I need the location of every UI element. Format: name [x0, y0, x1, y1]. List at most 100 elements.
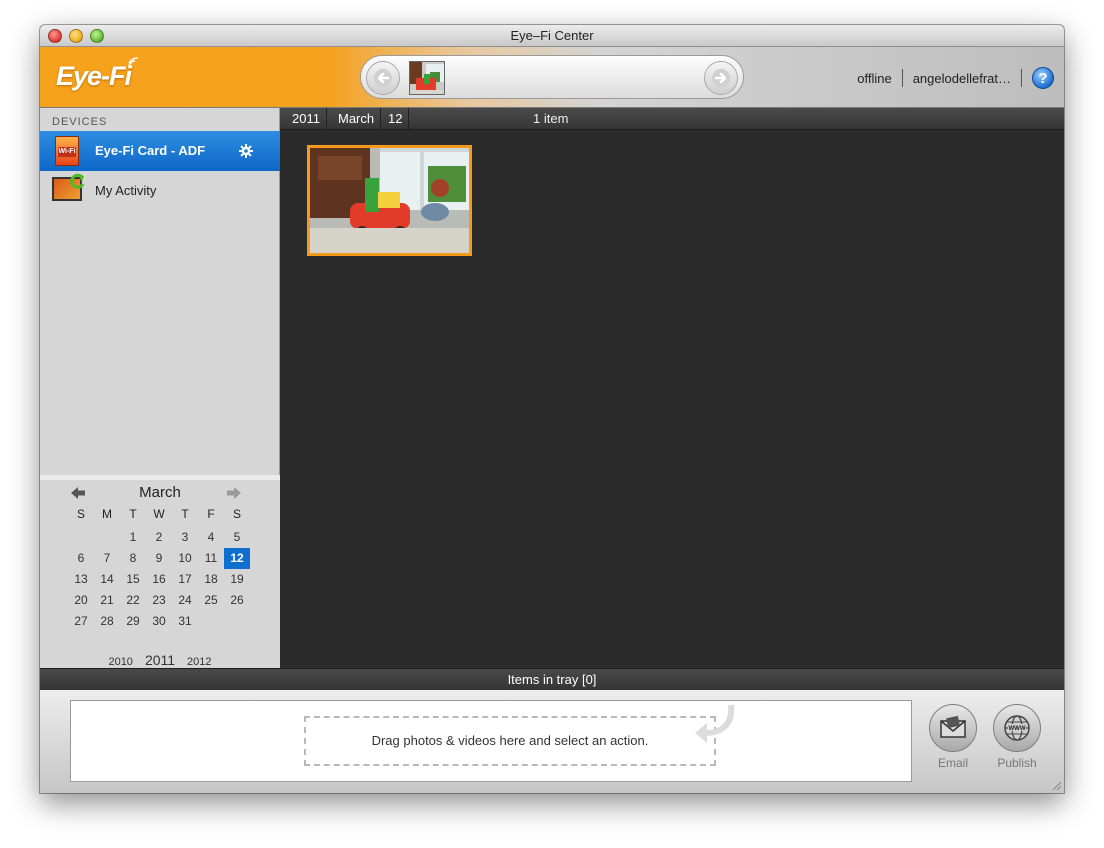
calendar-day[interactable]: 16: [146, 569, 172, 590]
tray-drop-area[interactable]: Drag photos & videos here and select an …: [70, 700, 912, 782]
publish-label: Publish: [997, 756, 1037, 770]
calendar-day[interactable]: 5: [224, 527, 250, 548]
email-button[interactable]: Email: [923, 704, 983, 770]
window-title: Eye–Fi Center: [510, 28, 594, 43]
calendar-day[interactable]: 31: [172, 611, 198, 632]
calendar-day[interactable]: 14: [94, 569, 120, 590]
sidebar-item-my-activity[interactable]: My Activity: [40, 171, 280, 211]
calendar-day[interactable]: 10: [172, 548, 198, 569]
year-prev[interactable]: 2010: [108, 656, 132, 668]
zoom-window-button[interactable]: [90, 29, 104, 43]
previous-photo-button[interactable]: [366, 61, 400, 95]
calendar-day[interactable]: 21: [94, 590, 120, 611]
calendar-day[interactable]: 6: [68, 548, 94, 569]
calendar-day[interactable]: 24: [172, 590, 198, 611]
breadcrumb: 2011 March 12 1 item: [280, 108, 1064, 130]
publish-circle: WWW: [993, 704, 1041, 752]
globe-icon: WWW: [1004, 715, 1030, 741]
eye-fi-logo: Eye-Fi: [56, 61, 132, 91]
item-count: 1 item: [533, 111, 569, 126]
next-month-icon[interactable]: [226, 486, 242, 500]
publish-button[interactable]: WWW Publish: [987, 704, 1047, 770]
current-photo-thumbnail[interactable]: [409, 61, 445, 95]
calendar-day[interactable]: 11: [198, 548, 224, 569]
calendar-day[interactable]: 8: [120, 548, 146, 569]
sidebar-item-label: My Activity: [95, 183, 157, 198]
arrow-left-icon: [374, 69, 392, 87]
calendar-day[interactable]: 28: [94, 611, 120, 632]
calendar-month-title: March: [139, 484, 181, 501]
envelope-icon: [940, 715, 966, 738]
help-icon: ?: [1038, 69, 1048, 87]
minimize-window-button[interactable]: [69, 29, 83, 43]
calendar-day[interactable]: 29: [120, 611, 146, 632]
card-icon-label: Wi-Fi: [58, 147, 76, 157]
drop-hint: Drag photos & videos here and select an …: [371, 733, 649, 748]
calendar-day[interactable]: 9: [146, 548, 172, 569]
tray-header: Items in tray [0]: [40, 668, 1064, 690]
calendar-day[interactable]: 25: [198, 590, 224, 611]
weekday-label: T: [129, 507, 137, 521]
calendar-day[interactable]: 18: [198, 569, 224, 590]
next-photo-button[interactable]: [704, 61, 738, 95]
divider: [1021, 69, 1022, 87]
weekday-label: S: [76, 507, 85, 521]
photo-preview-image: [410, 62, 444, 94]
calendar-day[interactable]: 13: [68, 569, 94, 590]
calendar-day[interactable]: 20: [68, 590, 94, 611]
calendar-day[interactable]: 27: [68, 611, 94, 632]
sidebar-item-eye-fi-card[interactable]: Wi-Fi Eye-Fi Card - ADF: [40, 131, 280, 171]
sidebar-item-label: Eye-Fi Card - ADF: [95, 143, 206, 158]
close-window-button[interactable]: [48, 29, 62, 43]
wifi-card-icon: Wi-Fi: [55, 136, 79, 166]
year-next[interactable]: 2012: [187, 656, 211, 668]
calendar-day[interactable]: 1: [120, 527, 146, 548]
year-selector: 2010 2011 2012: [40, 652, 280, 668]
calendar-day[interactable]: 22: [120, 590, 146, 611]
title-bar: Eye–Fi Center: [40, 25, 1064, 47]
photo-thumbnail[interactable]: [307, 145, 472, 256]
email-circle: [929, 704, 977, 752]
calendar-day: [68, 527, 94, 548]
date-calendar: March S M T W T F S 1 2 3 4 5 6 7 8 9 10…: [40, 475, 280, 672]
help-button[interactable]: ?: [1032, 67, 1054, 89]
breadcrumb-month[interactable]: March: [332, 108, 382, 130]
app-header: Eye-Fi offline angelodellefrat… ?: [40, 47, 1064, 108]
action-tray: Drag photos & videos here and select an …: [40, 690, 1064, 793]
calendar-day[interactable]: 19: [224, 569, 250, 590]
calendar-day: [224, 611, 250, 632]
connection-status: offline: [857, 70, 892, 86]
arrow-right-icon: [712, 69, 730, 87]
username-link[interactable]: angelodellefrat…: [913, 71, 1011, 86]
app-window: Eye–Fi Center Eye-Fi offline angelodelle…: [40, 25, 1064, 793]
photo-navigator: [360, 55, 744, 99]
year-current[interactable]: 2011: [145, 652, 175, 668]
refresh-arrow-icon: [70, 173, 85, 189]
photo-browser: [280, 130, 1064, 668]
divider: [901, 69, 903, 87]
calendar-day[interactable]: 4: [198, 527, 224, 548]
calendar-day[interactable]: 17: [172, 569, 198, 590]
weekday-label: F: [207, 507, 215, 521]
photo-image: [310, 148, 469, 253]
calendar-day-selected[interactable]: 12: [224, 548, 250, 569]
gear-icon[interactable]: [238, 143, 254, 159]
calendar-day[interactable]: 30: [146, 611, 172, 632]
calendar-day[interactable]: 23: [146, 590, 172, 611]
drop-zone[interactable]: Drag photos & videos here and select an …: [304, 716, 716, 766]
breadcrumb-year[interactable]: 2011: [286, 108, 327, 130]
svg-text:WWW: WWW: [1009, 726, 1026, 732]
breadcrumb-day[interactable]: 12: [382, 108, 410, 130]
devices-section-label: DEVICES: [52, 116, 108, 128]
weekday-label: W: [153, 507, 165, 521]
calendar-grid: S M T W T F S 1 2 3 4 5 6 7 8 9 10 11 12…: [68, 506, 250, 632]
calendar-day[interactable]: 26: [224, 590, 250, 611]
email-label: Email: [937, 756, 968, 770]
resize-grip-icon[interactable]: [1050, 779, 1062, 791]
calendar-day[interactable]: 3: [172, 527, 198, 548]
curved-arrow-icon: [695, 704, 735, 743]
calendar-day[interactable]: 15: [120, 569, 146, 590]
weekday-label: M: [102, 507, 112, 521]
calendar-day[interactable]: 7: [94, 548, 120, 569]
calendar-day[interactable]: 2: [146, 527, 172, 548]
